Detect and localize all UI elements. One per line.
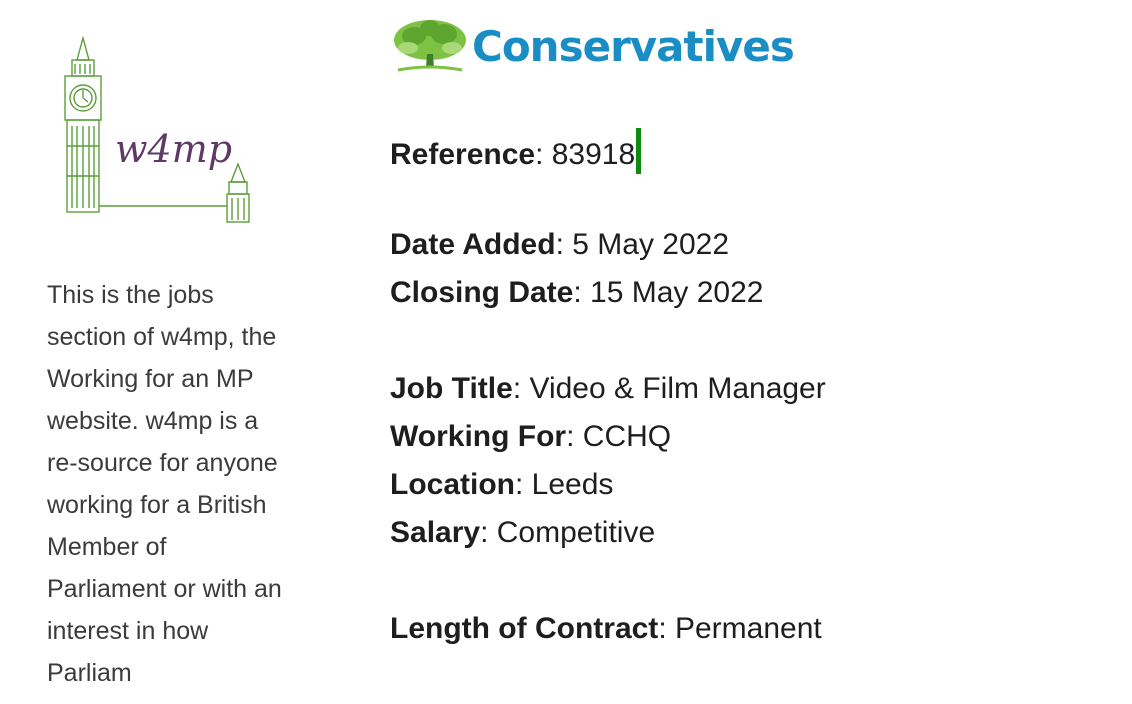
- sidebar-intro-text: This is the jobs section of w4mp, the Wo…: [47, 281, 282, 687]
- salary-value: Competitive: [496, 516, 656, 549]
- big-ben-icon: w4mp: [64, 36, 250, 223]
- location-label: Location: [390, 468, 515, 501]
- separator: :: [658, 612, 675, 645]
- contract-length-value: Permanent: [674, 612, 822, 645]
- reference-label: Reference: [390, 138, 536, 171]
- contract-length-label: Length of Contract: [390, 612, 659, 645]
- separator: :: [573, 276, 591, 309]
- conservatives-logo[interactable]: Conservatives: [390, 14, 795, 76]
- separator: :: [515, 468, 532, 501]
- separator: :: [512, 372, 530, 405]
- contract-length-field: Length of Contract: Permanent: [390, 609, 822, 649]
- text-cursor: [636, 128, 642, 174]
- w4mp-logo[interactable]: w4mp: [55, 36, 260, 228]
- closing-date-field: Closing Date: 15 May 2022: [390, 273, 763, 313]
- job-title-label: Job Title: [390, 372, 513, 405]
- reference-field: Reference: 83918: [390, 128, 642, 175]
- working-for-value: CCHQ: [582, 420, 672, 453]
- date-added-field: Date Added: 5 May 2022: [390, 225, 729, 265]
- job-title-value: Video & Film Manager: [529, 372, 826, 405]
- location-value: Leeds: [531, 468, 614, 501]
- job-detail-page: w4mp This is the jobs section of w4mp, t…: [0, 0, 1132, 704]
- job-title-field: Job Title: Video & Film Manager: [390, 369, 826, 409]
- date-added-value: 5 May 2022: [572, 228, 730, 261]
- salary-field: Salary: Competitive: [390, 513, 655, 553]
- oak-tree-icon: [394, 20, 466, 72]
- sidebar: w4mp This is the jobs section of w4mp, t…: [0, 0, 300, 704]
- reference-value: 83918: [551, 138, 636, 171]
- closing-date-label: Closing Date: [390, 276, 574, 309]
- location-field: Location: Leeds: [390, 465, 613, 505]
- closing-date-value: 15 May 2022: [590, 276, 764, 309]
- working-for-label: Working For: [390, 420, 567, 453]
- party-name: Conservatives: [472, 22, 795, 71]
- salary-label: Salary: [390, 516, 481, 549]
- working-for-field: Working For: CCHQ: [390, 417, 671, 457]
- separator: :: [555, 228, 573, 261]
- separator: :: [566, 420, 583, 453]
- w4mp-logo-text: w4mp: [115, 127, 232, 171]
- separator: :: [480, 516, 497, 549]
- separator: :: [535, 138, 552, 171]
- date-added-label: Date Added: [390, 228, 556, 261]
